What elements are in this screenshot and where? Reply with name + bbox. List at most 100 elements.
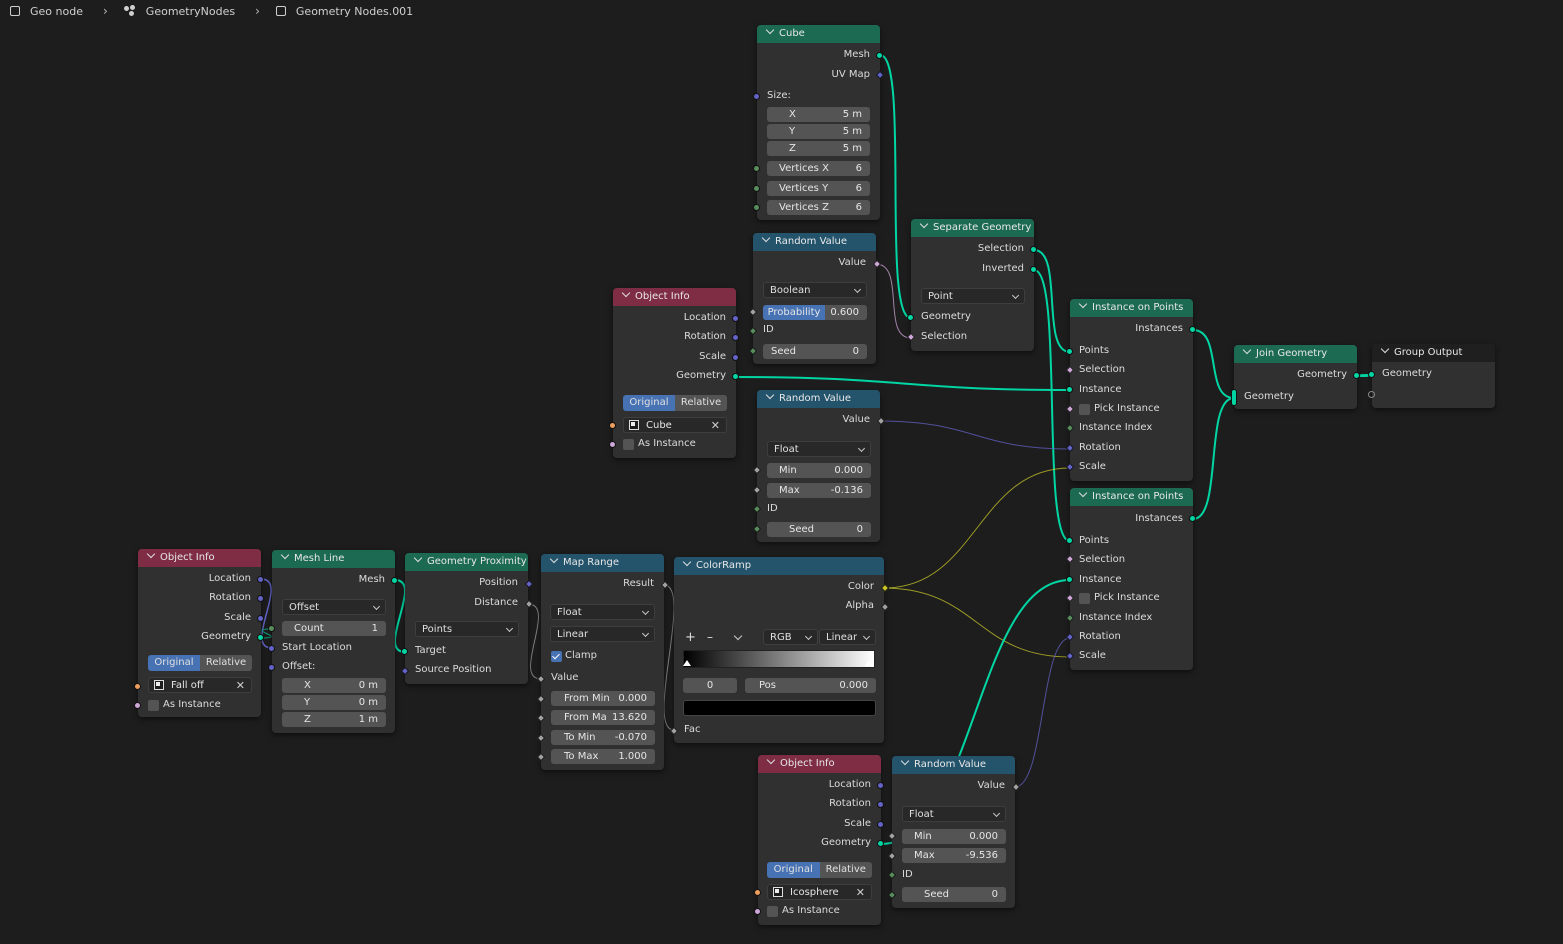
input-size-socket[interactable] bbox=[753, 93, 760, 100]
output-instances-socket[interactable] bbox=[1189, 515, 1196, 522]
vertices-z-socket[interactable] bbox=[753, 204, 760, 211]
output-rotation-socket[interactable] bbox=[732, 334, 739, 341]
original-option[interactable]: Original bbox=[623, 395, 675, 411]
node-link-7[interactable] bbox=[875, 263, 912, 339]
vertices-y-socket[interactable] bbox=[753, 185, 760, 192]
relative-option[interactable]: Relative bbox=[819, 862, 872, 878]
object-picker[interactable]: Cube ✕ bbox=[623, 417, 727, 433]
collapse-icon[interactable] bbox=[900, 756, 910, 766]
size-z-field[interactable]: Z5 m bbox=[767, 141, 870, 156]
output-mesh-socket[interactable] bbox=[391, 577, 398, 584]
collapse-icon[interactable] bbox=[621, 288, 631, 298]
relative-option[interactable]: Relative bbox=[675, 395, 727, 411]
clamp-checkbox[interactable] bbox=[551, 651, 562, 662]
empty-socket[interactable] bbox=[1368, 391, 1375, 398]
node-header[interactable]: Instance on Points bbox=[1070, 299, 1193, 317]
input-geometry-socket[interactable] bbox=[1368, 371, 1375, 378]
offset-z-field[interactable]: Z1 m bbox=[282, 712, 386, 727]
group-output-node[interactable]: Group Output Geometry bbox=[1368, 344, 1495, 408]
domain-dropdown[interactable]: Point bbox=[921, 288, 1025, 304]
object-socket[interactable] bbox=[754, 889, 761, 896]
output-location-socket[interactable] bbox=[257, 576, 264, 583]
original-option[interactable]: Original bbox=[767, 862, 820, 878]
output-rotation-socket[interactable] bbox=[877, 801, 884, 808]
from-min-field[interactable]: From Min 0.000 bbox=[551, 691, 655, 706]
random-value-float-node[interactable]: Random Value Value Float Min 0.000 Max -0.… bbox=[752, 390, 886, 542]
random-value-float-node-2[interactable]: Random Value Value Float Min 0.000 Max -9.… bbox=[887, 756, 1021, 908]
pick-instance-checkbox[interactable] bbox=[1079, 593, 1090, 604]
collapse-icon[interactable] bbox=[413, 553, 423, 563]
offset-socket[interactable] bbox=[268, 664, 275, 671]
breadcrumb-tree[interactable]: Geometry Nodes.001 bbox=[296, 5, 413, 18]
data-type-dropdown[interactable]: Float bbox=[902, 806, 1006, 822]
to-max-field[interactable]: To Max 1.000 bbox=[551, 749, 655, 764]
clear-icon[interactable]: ✕ bbox=[711, 418, 720, 434]
collapse-icon[interactable] bbox=[766, 755, 776, 765]
output-instances-socket[interactable] bbox=[1189, 326, 1196, 333]
original-option[interactable]: Original bbox=[148, 655, 200, 671]
as-instance-socket[interactable] bbox=[609, 441, 616, 448]
size-y-field[interactable]: Y5 m bbox=[767, 124, 870, 139]
cube-node[interactable]: Cube Mesh UV Map Size: X5 m Y5 m Z5 m Ve… bbox=[753, 25, 885, 220]
pick-instance-checkbox[interactable] bbox=[1079, 404, 1090, 415]
interpolation-dropdown[interactable]: Linear bbox=[550, 626, 655, 642]
node-link-8[interactable] bbox=[879, 420, 1071, 450]
as-instance-checkbox[interactable] bbox=[767, 906, 778, 917]
collapse-icon[interactable] bbox=[146, 549, 156, 559]
data-type-dropdown[interactable]: Float bbox=[767, 441, 871, 457]
node-link-3[interactable] bbox=[735, 376, 1071, 391]
node-link-1[interactable] bbox=[1033, 249, 1071, 353]
node-link-4[interactable] bbox=[1192, 329, 1235, 399]
chevron-down-icon[interactable] bbox=[733, 631, 743, 641]
target-socket[interactable] bbox=[401, 648, 408, 655]
join-geometry-node[interactable]: Join Geometry Geometry Geometry bbox=[1231, 345, 1360, 409]
offset-x-field[interactable]: X0 m bbox=[282, 678, 386, 693]
node-header[interactable]: Group Output bbox=[1372, 344, 1495, 362]
collapse-icon[interactable] bbox=[682, 557, 692, 567]
node-header[interactable]: Random Value bbox=[892, 756, 1015, 774]
collapse-icon[interactable] bbox=[765, 390, 775, 400]
colorramp-node[interactable]: ColorRamp Color Alpha + – RGB Linear 0 P… bbox=[669, 557, 890, 743]
mesh-line-node[interactable]: Mesh Line Mesh Offset Count 1 Start Locat… bbox=[268, 550, 398, 733]
output-scale-socket[interactable] bbox=[877, 821, 884, 828]
collapse-icon[interactable] bbox=[280, 550, 290, 560]
ramp-interpolation-dropdown[interactable]: Linear bbox=[819, 629, 876, 645]
random-value-boolean-node[interactable]: Random Value Value Boolean Probability 0.… bbox=[748, 233, 882, 364]
output-location-socket[interactable] bbox=[732, 315, 739, 322]
object-info-falloff-node[interactable]: Object Info Location Rotation Scale Geom… bbox=[134, 549, 264, 717]
seed-field[interactable]: Seed 0 bbox=[902, 887, 1006, 902]
count-socket[interactable] bbox=[268, 625, 275, 632]
node-header[interactable]: Join Geometry bbox=[1234, 345, 1357, 363]
node-header[interactable]: Random Value bbox=[753, 233, 876, 251]
ramp-stop-right[interactable] bbox=[865, 660, 873, 666]
separate-geometry-node[interactable]: Separate Geometry Selection Inverted Poi… bbox=[906, 219, 1037, 351]
collapse-icon[interactable] bbox=[549, 554, 559, 564]
clear-icon[interactable]: ✕ bbox=[856, 885, 865, 901]
remove-stop-button[interactable]: – bbox=[707, 630, 713, 644]
vertices-z-field[interactable]: Vertices Z6 bbox=[767, 200, 870, 215]
color-mode-dropdown[interactable]: RGB bbox=[763, 629, 818, 645]
transform-space-toggle[interactable]: Original Relative bbox=[623, 395, 727, 411]
object-picker[interactable]: Fall off ✕ bbox=[148, 677, 252, 693]
output-inverted-socket[interactable] bbox=[1030, 266, 1037, 273]
node-header[interactable]: Random Value bbox=[757, 390, 880, 408]
vertices-x-field[interactable]: Vertices X6 bbox=[767, 161, 870, 176]
node-link-5[interactable] bbox=[1192, 397, 1235, 520]
min-field[interactable]: Min 0.000 bbox=[902, 829, 1006, 844]
node-link-15[interactable] bbox=[394, 579, 406, 653]
clear-icon[interactable]: ✕ bbox=[236, 678, 245, 694]
node-link-16[interactable] bbox=[527, 603, 542, 680]
geometry-proximity-node[interactable]: Geometry Proximity Position Distance Poi… bbox=[400, 553, 534, 684]
map-range-node[interactable]: Map Range Result Float Linear Clamp Valu… bbox=[536, 554, 670, 770]
start-location-socket[interactable] bbox=[268, 645, 275, 652]
stop-position-field[interactable]: Pos 0.000 bbox=[745, 678, 876, 693]
output-geometry-socket[interactable] bbox=[877, 840, 884, 847]
points-socket[interactable] bbox=[1066, 348, 1073, 355]
output-rotation-socket[interactable] bbox=[257, 595, 264, 602]
target-element-dropdown[interactable]: Points bbox=[415, 621, 519, 637]
max-field[interactable]: Max -9.536 bbox=[902, 848, 1006, 863]
collapse-icon[interactable] bbox=[1380, 344, 1390, 354]
node-header[interactable]: Separate Geometry bbox=[911, 219, 1034, 237]
output-geometry-socket[interactable] bbox=[732, 373, 739, 380]
ramp-stop-left[interactable] bbox=[683, 660, 691, 666]
